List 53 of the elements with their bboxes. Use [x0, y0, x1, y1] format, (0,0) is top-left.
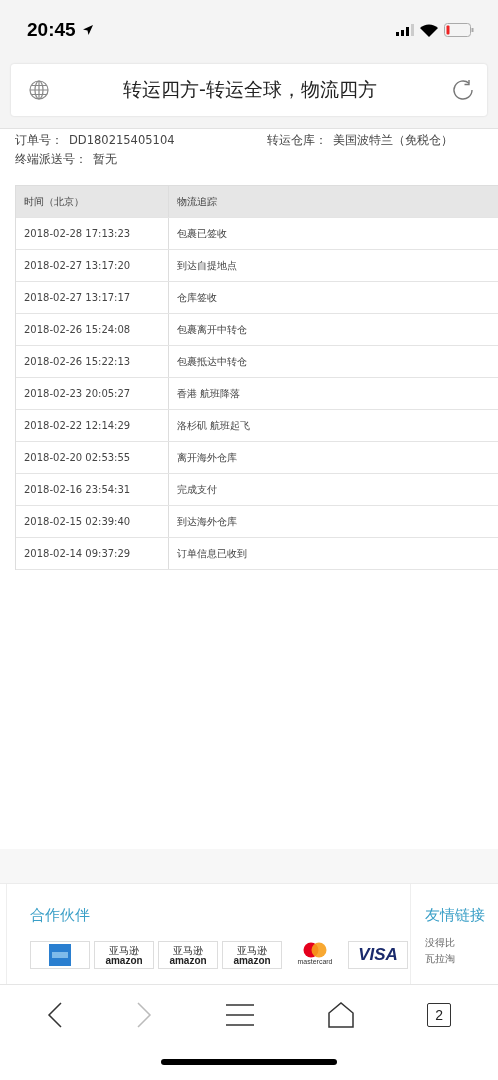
table-cell-text: 仓库签收	[176, 290, 218, 305]
field-label: 订单号：	[15, 133, 63, 148]
table-cell-text: 离开海外仓库	[176, 450, 238, 465]
field-label: 终端派送号：	[15, 152, 87, 167]
location-arrow-icon	[81, 24, 94, 36]
wifi-icon	[420, 23, 438, 37]
section-title: 合作伙伴	[30, 906, 91, 925]
table-cell-text: 完成支付	[176, 482, 218, 497]
column-header: 物流追踪	[176, 194, 218, 209]
visa-logo: VISA	[348, 941, 408, 969]
footer-link[interactable]: 瓦拉淘	[425, 953, 498, 965]
table-cell: 2018-02-27 13:17:17	[16, 282, 169, 313]
table-cell: 2018-02-26 15:24:08	[16, 314, 169, 345]
signal-icon	[396, 24, 414, 36]
table-cell-text: 香港 航班降落	[176, 386, 242, 401]
table-cell-text: 订单信息已收到	[176, 546, 248, 561]
column-header: 时间（北京）	[16, 186, 169, 217]
table-cell: 2018-02-22 12:14:29	[16, 410, 169, 441]
footer-link[interactable]: 没得比	[425, 937, 498, 949]
clock-time: 20:45	[27, 19, 76, 41]
address-bar[interactable]: 转运四方-转运全球，物流四方	[11, 64, 487, 116]
table-cell-text: 到达自提地点	[176, 258, 238, 273]
overlapping-circles-icon	[302, 942, 328, 958]
tabs-button[interactable]: 2	[427, 1003, 452, 1027]
page-title: 转运四方-转运全球，物流四方	[122, 77, 378, 102]
table-cell: 2018-02-14 09:37:29	[16, 538, 169, 569]
order-number: DD180215405104	[69, 133, 175, 148]
table-cell: 2018-02-26 15:22:13	[16, 346, 169, 377]
card-icon	[49, 944, 71, 966]
table-cell: 2018-02-27 13:17:20	[16, 250, 169, 281]
table-cell: 2018-02-15 02:39:40	[16, 506, 169, 537]
amazon-logo: 亚马逊 amazon	[94, 941, 154, 969]
amazon-logo: 亚马逊 amazon	[222, 941, 282, 969]
amazon-logo: 亚马逊 amazon	[158, 941, 218, 969]
home-button[interactable]	[327, 1002, 354, 1028]
table-cell: 2018-02-23 20:05:27	[16, 378, 169, 409]
table-cell: 2018-02-16 23:54:31	[16, 474, 169, 505]
reload-button[interactable]	[451, 78, 475, 102]
battery-icon	[444, 23, 474, 37]
globe-icon	[29, 80, 49, 100]
menu-button[interactable]	[226, 1003, 254, 1027]
back-button[interactable]	[46, 1001, 63, 1029]
table-cell-text: 包裹抵达中转仓	[176, 354, 248, 369]
field-label: 转运仓库：	[267, 133, 327, 148]
table-cell: 2018-02-20 02:53:55	[16, 442, 169, 473]
warehouse-name: 美国波特兰（免税仓）	[333, 133, 453, 148]
table-cell-text: 到达海外仓库	[176, 514, 238, 529]
table-cell-text: 包裹离开中转仓	[176, 322, 248, 337]
section-title: 友情链接	[425, 906, 486, 925]
table-cell-text: 洛杉矶 航班起飞	[176, 418, 252, 433]
table-cell: 2018-02-28 17:13:23	[16, 218, 169, 249]
table-cell-text: 包裹已签收	[176, 226, 228, 241]
delivery-number: 暂无	[93, 152, 117, 167]
